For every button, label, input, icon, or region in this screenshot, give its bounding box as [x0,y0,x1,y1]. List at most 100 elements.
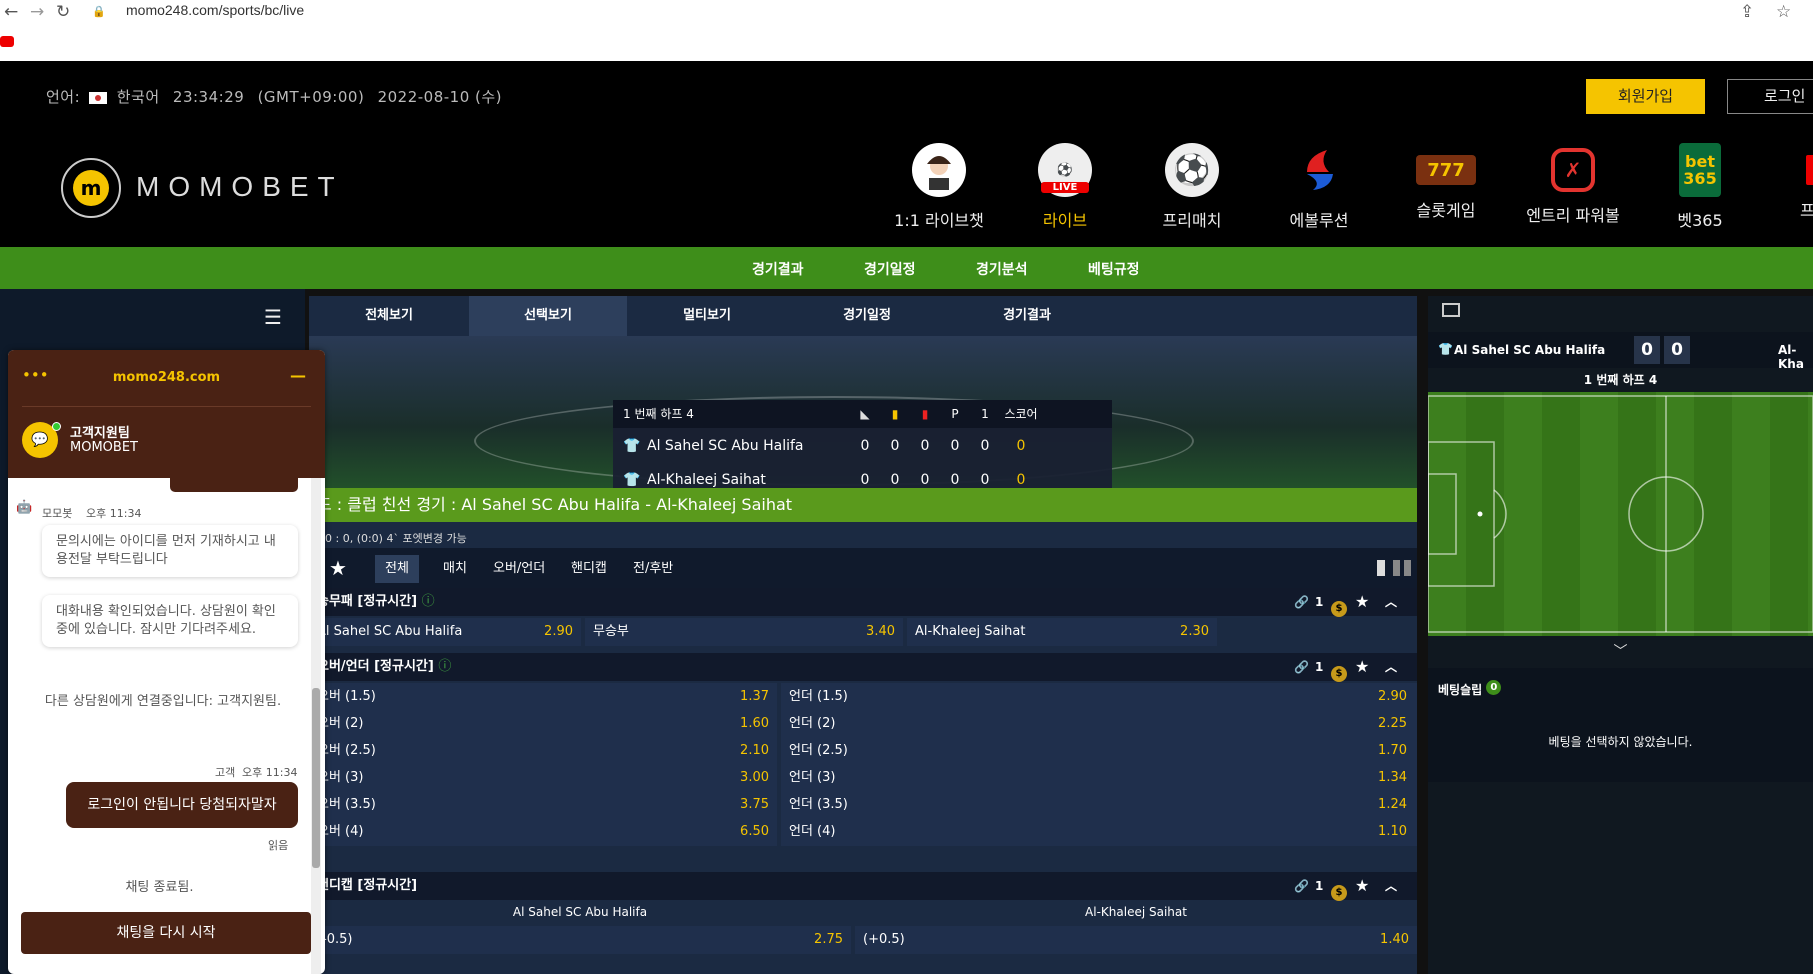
collapse-menu-icon[interactable]: ☰ [264,305,282,329]
favorite-star-icon[interactable]: ★ [1355,872,1369,900]
odds-cell-over[interactable]: 오버 (4) 6.50 [309,818,777,846]
chevron-up-icon[interactable]: ︿ [1385,653,1397,681]
momobet-logo[interactable]: m [61,158,121,218]
odds-cell-under[interactable]: 언더 (3.5) 1.24 [781,791,1417,819]
back-icon[interactable]: ← [4,2,18,22]
reload-icon[interactable]: ↻ [56,2,70,22]
match-info-line: 0 : 0, (0:0) 4` 포엣변경 가능 [325,532,467,545]
menu-live-chat[interactable]: 1:1 라이브챗 [884,143,994,231]
chat-scrollbar[interactable] [311,478,321,974]
bet-tab-handicap[interactable]: 핸디캡 [561,555,617,583]
bet-tab-overunder[interactable]: 오버/언더 [483,555,555,583]
user-message: 로그인이 안됩니다 당첨되자말자 [66,782,298,828]
selection-label: 오버 (1.5) [317,689,376,704]
nav-rules[interactable]: 베팅규정 [1088,259,1140,279]
single-column-icon[interactable] [1377,560,1385,576]
menu-slot[interactable]: 777 슬롯게임 [1391,143,1501,221]
scoreboard-team-row: 👕 Al Sahel SC Abu Halifa 0 0 0 0 0 0 [613,430,1112,462]
tab-multi-view[interactable]: 멀티보기 [627,296,787,336]
odds-value: 1.34 [1378,770,1407,785]
favorite-star-icon[interactable]: ★ [1355,588,1369,616]
menu-bet365[interactable]: bet 365 벳365 [1645,143,1755,231]
bet-tab-match[interactable]: 매치 [433,555,477,583]
stat: 0 [950,438,960,454]
login-button[interactable]: 로그인 [1727,79,1813,114]
odds-cell-over[interactable]: 오버 (3) 3.00 [309,764,777,792]
odds-cell-over[interactable]: 오버 (1.5) 1.37 [309,683,777,711]
selection-label: (+0.5) [863,932,905,947]
nav-results[interactable]: 경기결과 [752,259,804,279]
odds-cell-over[interactable]: 오버 (3.5) 3.75 [309,791,777,819]
right-scoreline: 👕 Al Sahel SC Abu Halifa 0 0 Al-Kha [1428,332,1813,371]
tab-selected-view[interactable]: 선택보기 [469,296,627,336]
odds-value: 1.40 [1380,932,1409,947]
odds-row: 오버 (2.5) 2.10 언더 (2.5) 1.70 [309,737,1417,765]
bookmark-star-icon[interactable]: ☆ [1776,2,1791,22]
menu-powerball[interactable]: ✗ 엔트리 파워볼 [1518,143,1628,226]
selection-label: 무승부 [593,624,629,639]
menu-label: 에볼루션 [1289,211,1349,230]
url-bar[interactable]: momo248.com/sports/bc/live [126,2,304,18]
bet-tab-all[interactable]: 전체 [375,555,419,583]
youtube-bookmark-icon[interactable] [0,36,14,47]
chat-site-name: momo248.com [112,370,221,385]
odds-value: 1.60 [740,716,769,731]
field-view-icon[interactable] [1442,303,1460,317]
odds-cell-handicap-away[interactable]: (+0.5) 1.40 [855,926,1417,954]
expand-chevron-icon[interactable]: ﹀ [1428,636,1813,668]
chevron-up-icon[interactable]: ︿ [1385,588,1397,616]
favorite-star-icon[interactable]: ★ [329,556,347,580]
odds-cell-under[interactable]: 언더 (1.5) 2.90 [781,683,1417,711]
favorite-star-icon[interactable]: ★ [1355,653,1369,681]
partial-icon [1806,155,1813,185]
selection-label: 언더 (2) [789,716,836,731]
restart-chat-button[interactable]: 채팅을 다시 시작 [21,912,311,954]
scrollbar-thumb[interactable] [312,688,320,868]
language-select[interactable]: 한국어 [117,88,160,106]
home-jersey-icon: 👕 [1438,342,1453,356]
away-team-name: Al-Khaleej Saihat [647,472,766,488]
odds-cell-under[interactable]: 언더 (2.5) 1.70 [781,737,1417,765]
market-header-handicap[interactable]: 핸디캡 [정규시간] 🔗 1 $ ★ ︿ [309,872,1417,901]
odds-cell-draw[interactable]: 무승부 3.40 [585,618,903,646]
bet-tab-halves[interactable]: 전/후반 [623,555,683,583]
double-column-icon[interactable] [1393,560,1411,576]
tab-schedule[interactable]: 경기일정 [787,296,947,336]
odds-cell-away[interactable]: Al-Khaleej Saihat 2.30 [907,618,1217,646]
odds-cell-under[interactable]: 언더 (2) 2.25 [781,710,1417,738]
menu-label: 라이브 [1042,211,1088,230]
share-icon[interactable]: ⇪ [1740,2,1754,22]
logo-letter: m [73,170,109,206]
menu-live[interactable]: ⚽ LIVE 라이브 [1010,143,1120,231]
market-header-win[interactable]: 승무패 [정규시간] ⓘ 🔗 1 $ ★ ︿ [309,588,1417,617]
odds-value: 2.90 [544,624,573,639]
menu-partial[interactable]: 프 [1772,143,1813,221]
odds-value: 2.30 [1180,624,1209,639]
odds-cell-over[interactable]: 오버 (2.5) 2.10 [309,737,777,765]
pitch-visualization [1427,392,1813,636]
odds-cell-over[interactable]: 오버 (2) 1.60 [309,710,777,738]
stat: 0 [890,472,900,488]
tab-all-view[interactable]: 전체보기 [309,296,469,336]
nav-schedule[interactable]: 경기일정 [864,259,916,279]
link-icon: 🔗 [1294,660,1309,674]
menu-prematch[interactable]: ⚽ 프리매치 [1137,143,1247,231]
menu-evolution[interactable]: 에볼루션 [1264,143,1374,231]
signup-button[interactable]: 회원가입 [1586,79,1705,114]
chevron-up-icon[interactable]: ︿ [1385,872,1397,900]
logo-text[interactable]: MOMOBET [136,171,344,203]
selection-label: Al Sahel SC Abu Halifa [317,624,463,639]
odds-cell-home[interactable]: Al Sahel SC Abu Halifa 2.90 [309,618,581,646]
market-header-overunder[interactable]: 오버/언더 [정규시간] ⓘ 🔗 1 $ ★ ︿ [309,653,1417,682]
bet-type-bar: ★ 전체 매치 오버/언더 핸디캡 전/후반 [309,548,1417,588]
tab-results[interactable]: 경기결과 [947,296,1107,336]
odds-cell-handicap-home[interactable]: (-0.5) 2.75 [309,926,851,954]
minimize-icon[interactable]: — [290,366,306,385]
odds-cell-under[interactable]: 언더 (4) 1.10 [781,818,1417,846]
user-time: 오후 11:34 [242,766,298,779]
menu-label: 슬롯게임 [1416,201,1476,220]
nav-analysis[interactable]: 경기분석 [976,259,1028,279]
stat: 0 [950,472,960,488]
forward-icon[interactable]: → [30,2,44,22]
odds-cell-under[interactable]: 언더 (3) 1.34 [781,764,1417,792]
